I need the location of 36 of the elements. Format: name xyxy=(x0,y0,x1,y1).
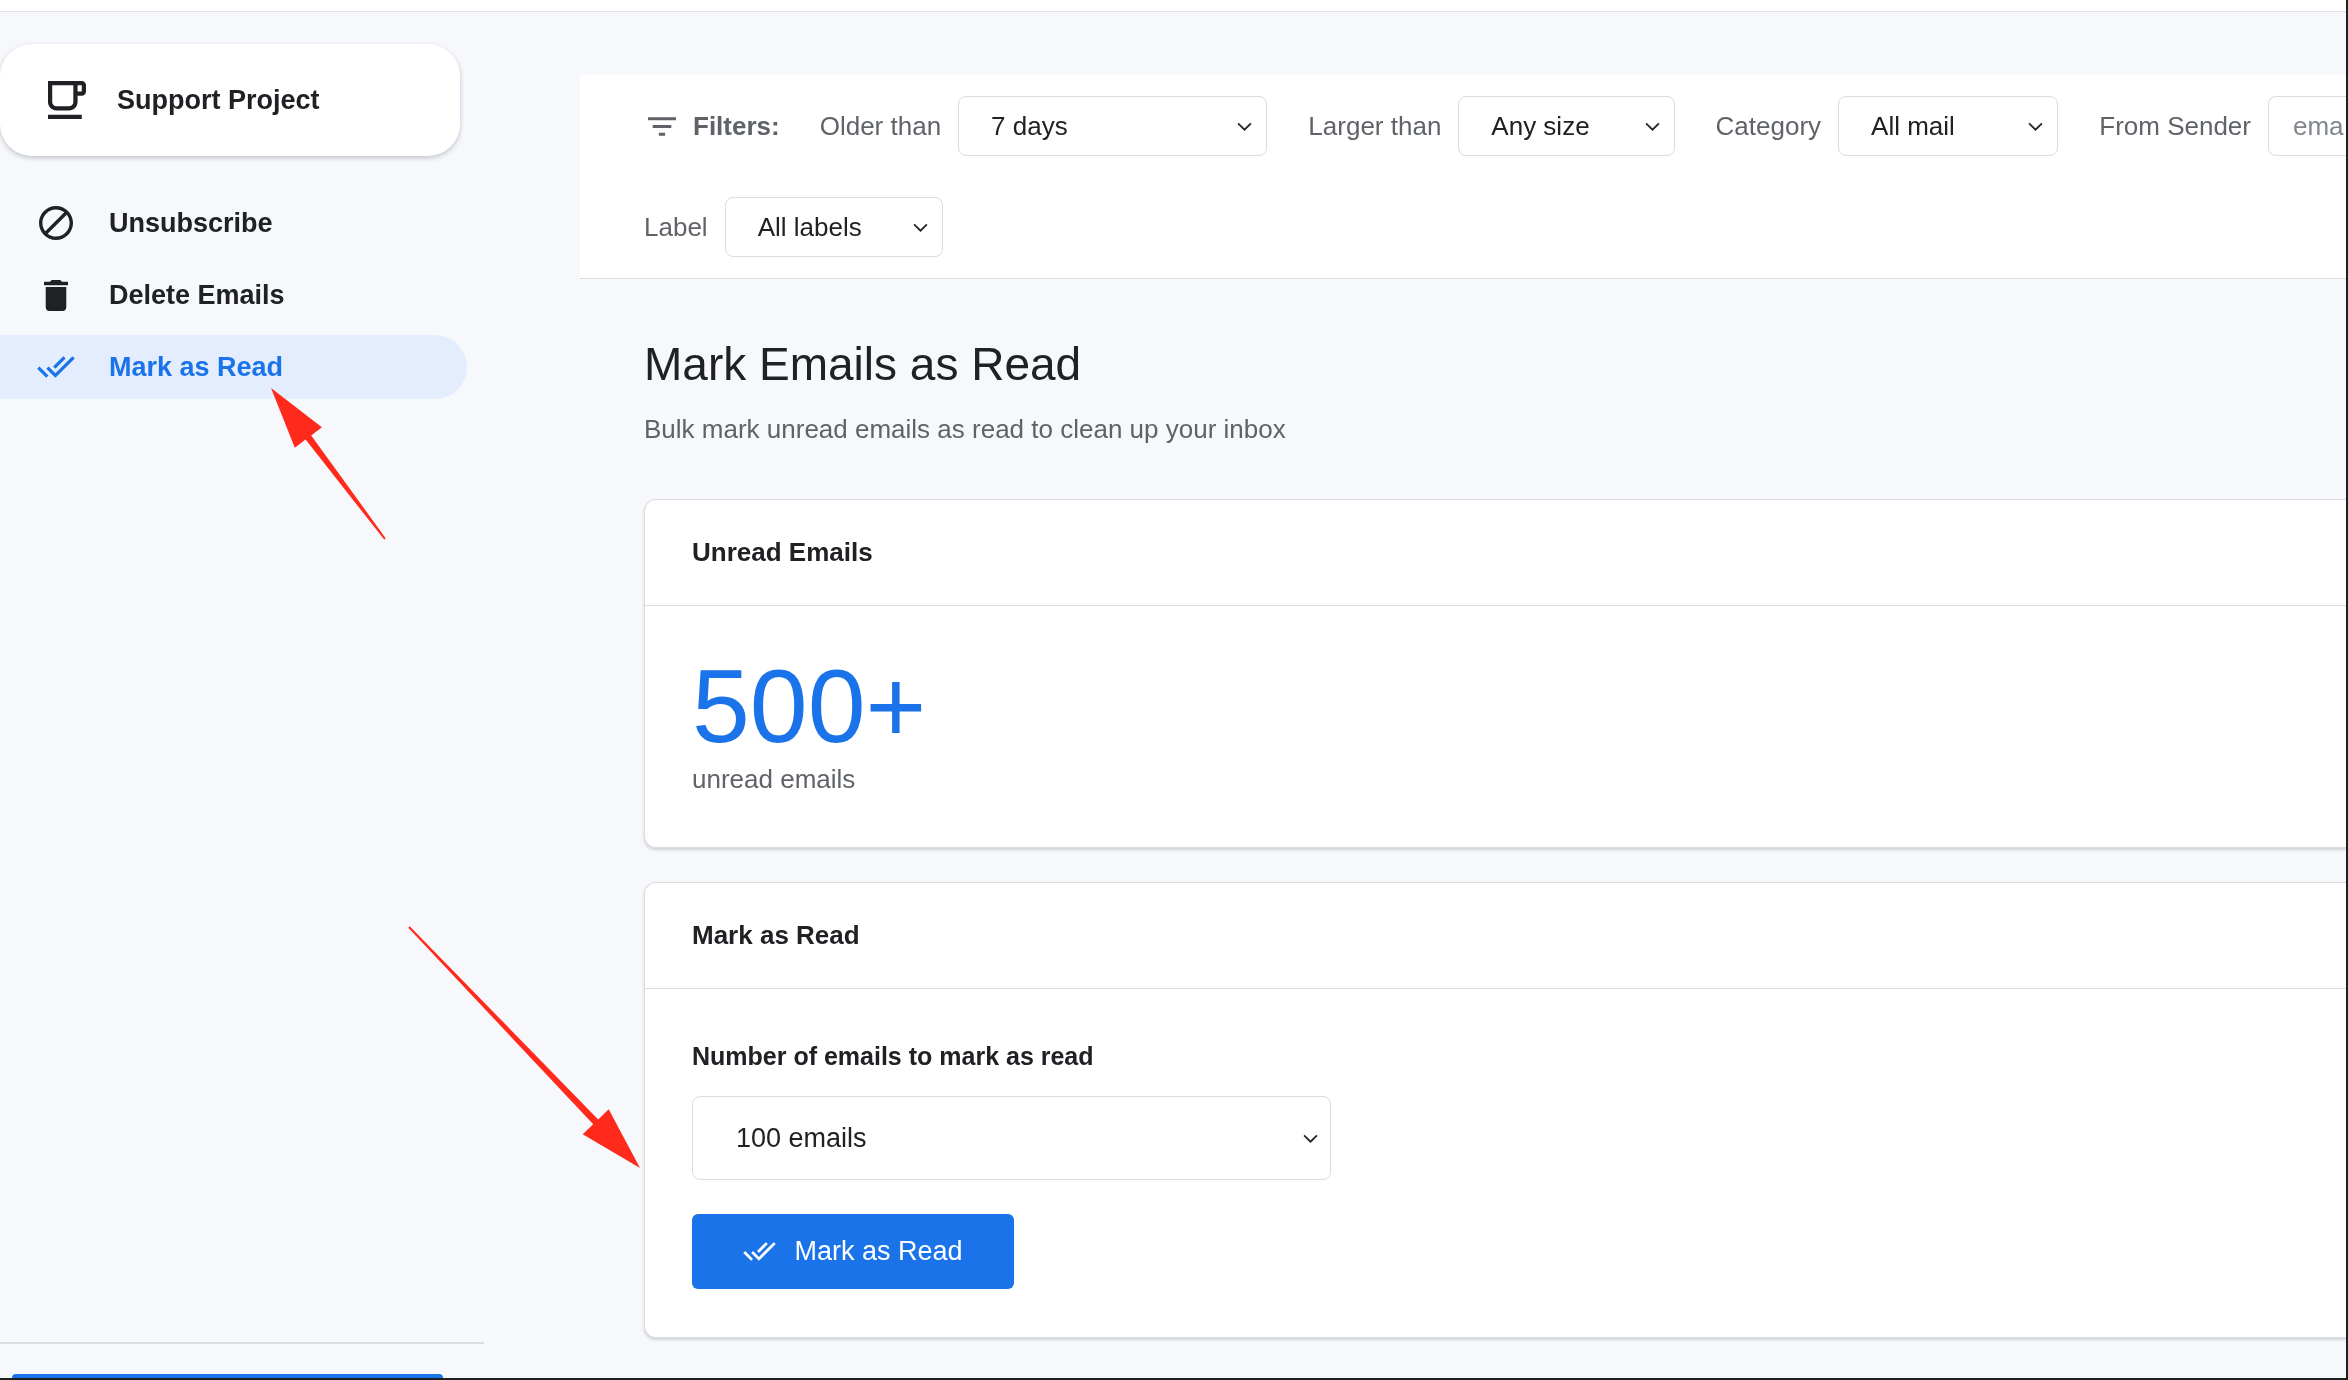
filter-label: Older than xyxy=(819,110,942,142)
filter-label: Larger than xyxy=(1308,110,1442,142)
block-icon xyxy=(39,206,73,240)
sidebar-button[interactable] xyxy=(12,1374,443,1378)
filters-label: Filters: xyxy=(693,110,780,142)
chevron-down-icon xyxy=(1303,1133,1318,1143)
filter-dropdown[interactable]: 7 days xyxy=(958,96,1268,156)
sender-field[interactable]: ema xyxy=(2268,96,2346,156)
filter-label: Category xyxy=(1715,110,1822,142)
chevron-down-icon xyxy=(1237,121,1253,131)
filter-icon xyxy=(648,116,676,136)
page-title: Mark Emails as Read xyxy=(644,338,1082,390)
double-check-icon xyxy=(37,356,75,378)
support-project-button[interactable]: Support Project xyxy=(0,44,460,156)
card-title: Unread Emails xyxy=(692,537,873,568)
card-title: Mark as Read xyxy=(692,920,860,951)
unread-count: 500+ xyxy=(692,654,927,758)
double-check-icon xyxy=(743,1242,777,1261)
filter-label: From Sender xyxy=(2099,110,2251,142)
unread-caption: unread emails xyxy=(692,763,856,795)
sidebar-item[interactable]: Delete Emails xyxy=(0,263,467,327)
filter-dropdown[interactable]: All labels xyxy=(724,197,943,257)
email-count-dropdown[interactable]: 100 emails xyxy=(692,1096,1331,1180)
sidebar-item[interactable]: Unsubscribe xyxy=(0,191,467,255)
mark-as-read-button[interactable]: Mark as Read xyxy=(692,1214,1014,1289)
trash-icon xyxy=(44,279,68,311)
coffee-cup-icon xyxy=(48,81,86,119)
field-label: Number of emails to mark as read xyxy=(692,1041,1094,1072)
filter-dropdown[interactable]: Any size xyxy=(1458,96,1675,156)
filter-dropdown[interactable]: All mail xyxy=(1838,96,2059,156)
chevron-down-icon xyxy=(912,222,928,232)
page-subtitle: Bulk mark unread emails as read to clean up your inbox xyxy=(644,413,1286,445)
chevron-down-icon xyxy=(1644,121,1660,131)
sidebar-item[interactable]: Mark as Read xyxy=(0,335,467,399)
chevron-down-icon xyxy=(2028,121,2044,131)
filter-label: Label xyxy=(644,211,708,243)
